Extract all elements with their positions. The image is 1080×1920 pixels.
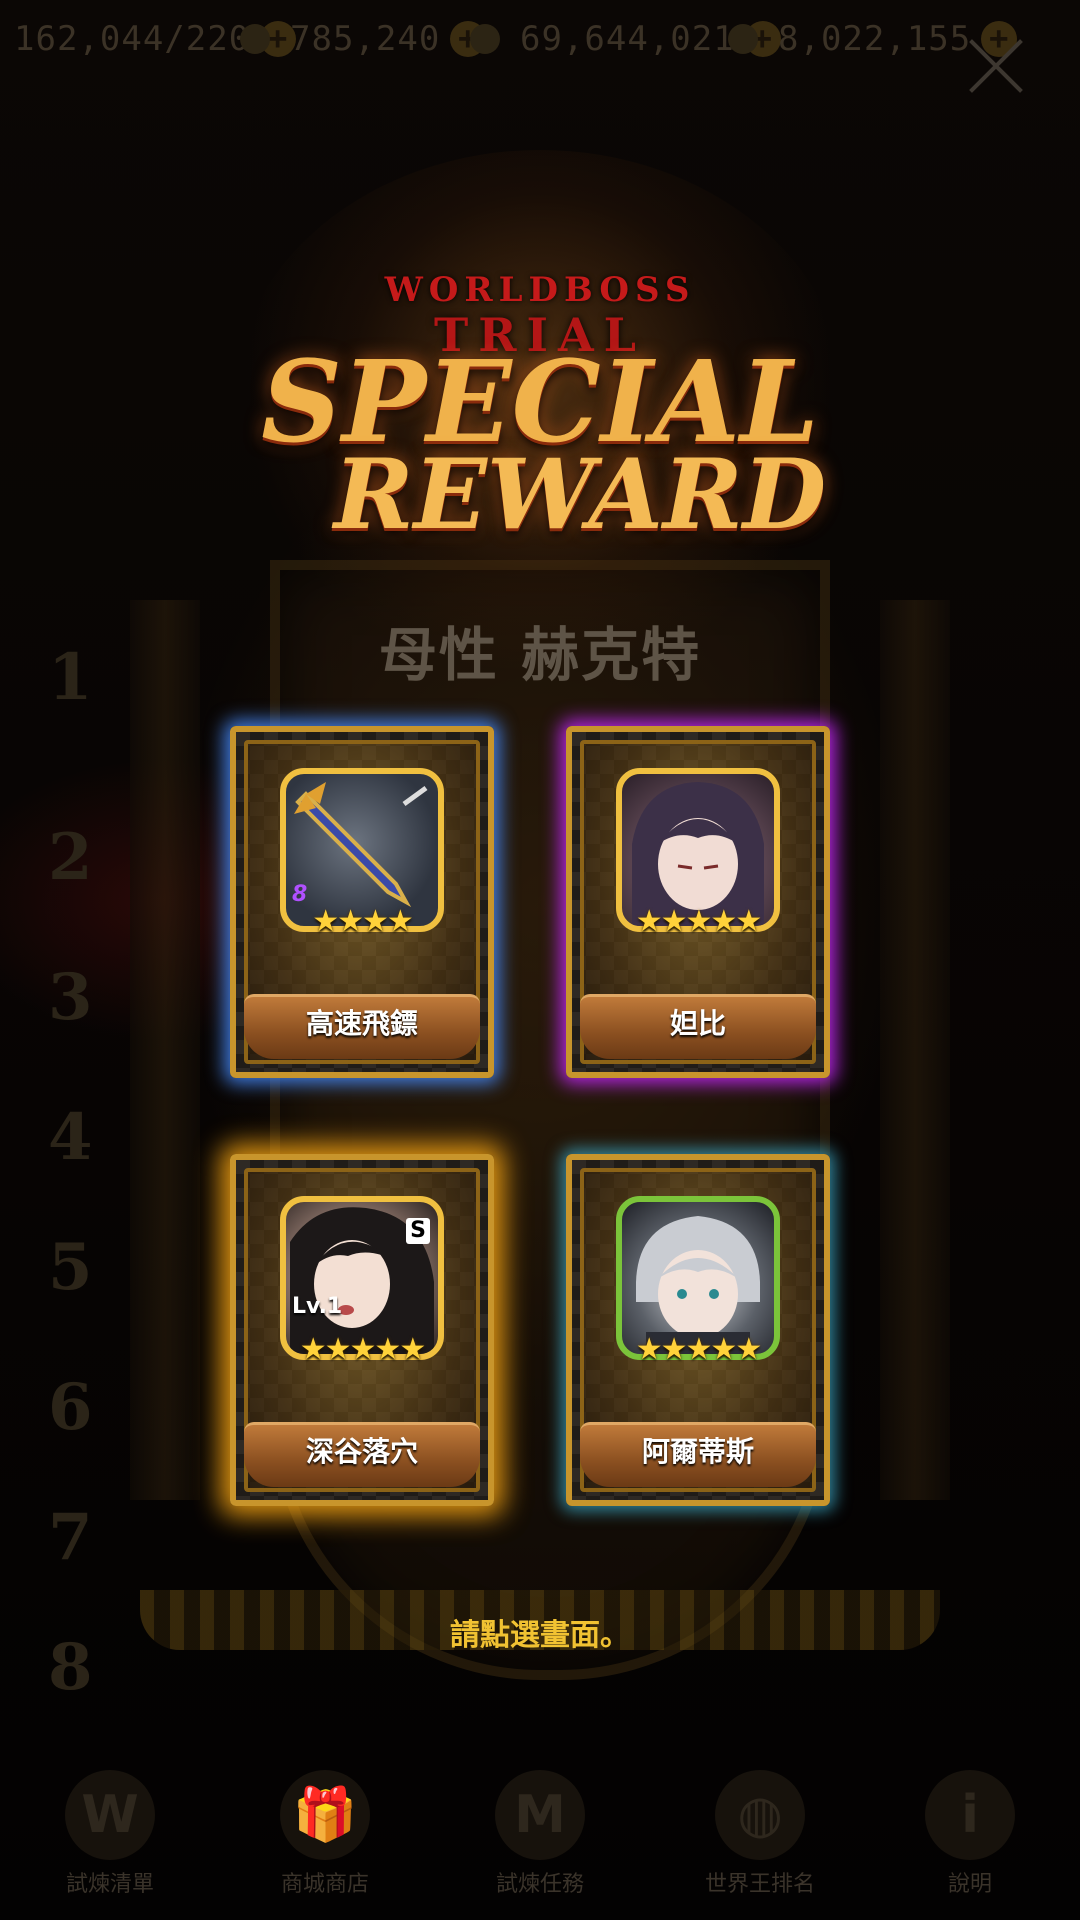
nav-label: 試煉任務 (495, 1872, 584, 1897)
rarity-stars: ★★★★★ (299, 1332, 426, 1367)
nav-trial-list[interactable]: W 試煉清單 (40, 1770, 180, 1898)
rarity-stars: ★★★★★ (635, 1332, 762, 1367)
reward-card-4[interactable]: ★★★★★ 阿爾蒂斯 (566, 1154, 830, 1506)
nav-label: 試煉清單 (65, 1872, 154, 1897)
worldboss-logo-text: WORLDBOSS (384, 270, 696, 310)
gold-value: 69,644,021 (520, 19, 735, 59)
close-icon[interactable] (966, 36, 1026, 96)
gems-value: 785,240 (290, 19, 441, 59)
gift-icon: 🎁 (280, 1770, 370, 1860)
rank-row-7-number: 7 (48, 1500, 93, 1575)
crystal-value: 8,022,155 (778, 19, 972, 59)
rarity-stars: ★★★★ (312, 904, 414, 939)
tap-screen-prompt: 請點選畫面。 (450, 1618, 630, 1653)
stamina-value: 162,044/220 (14, 19, 251, 59)
rank-row-5-number: 5 (48, 1230, 93, 1305)
reward-name: 深谷落穴 (305, 1435, 418, 1468)
reward-card-1[interactable]: 8 ★★★★ 高速飛鏢 (230, 726, 494, 1078)
nav-label: 世界王排名 (704, 1872, 815, 1897)
reward-title: REWARD (333, 438, 827, 551)
card-tag-badge: S (406, 1218, 430, 1244)
nav-label: 商城商店 (280, 1872, 369, 1897)
gold-coin-icon (470, 24, 500, 54)
resource-bar: 162,044/220 + 785,240 + 69,644,021 + 8,0… (0, 0, 1080, 80)
info-icon: i (925, 1770, 1015, 1860)
reward-card-2[interactable]: ★★★★★ 妲比 (566, 726, 830, 1078)
gem-icon (240, 24, 270, 54)
reward-card-3[interactable]: Lv.1 S ★★★★★ 深谷落穴 (230, 1154, 494, 1506)
background-pillar-right (880, 600, 950, 1500)
rarity-stars: ★★★★★ (635, 904, 762, 939)
nav-world-boss-rank[interactable]: ◍ 世界王排名 (690, 1770, 830, 1898)
reward-name: 高速飛鏢 (305, 1007, 418, 1040)
reward-name: 阿爾蒂斯 (641, 1435, 754, 1468)
rank-row-2-number: 2 (48, 820, 93, 895)
world-boss-icon: W (65, 1770, 155, 1860)
boss-name: 母性 赫克特 (378, 621, 702, 689)
crystal-icon (728, 24, 758, 54)
rank-row-3-number: 3 (48, 960, 93, 1035)
card-level-badge: Lv.1 (292, 1294, 343, 1319)
nav-shop[interactable]: 🎁 商城商店 (255, 1770, 395, 1898)
reward-name: 妲比 (669, 1007, 726, 1040)
rank-row-4-number: 4 (48, 1100, 93, 1175)
nav-info[interactable]: i 說明 (900, 1770, 1040, 1898)
special-reward-crest: WORLDBOSS TRIAL SPECIAL REWARD (230, 150, 850, 670)
rank-row-6-number: 6 (48, 1370, 93, 1445)
rank-globe-icon: ◍ (715, 1770, 805, 1860)
mission-icon: M (495, 1770, 585, 1860)
resource-gems: 785,240 + (240, 14, 487, 64)
background-pillar-left (130, 600, 200, 1500)
nav-label: 說明 (947, 1872, 992, 1897)
nav-missions[interactable]: M 試煉任務 (470, 1770, 610, 1898)
